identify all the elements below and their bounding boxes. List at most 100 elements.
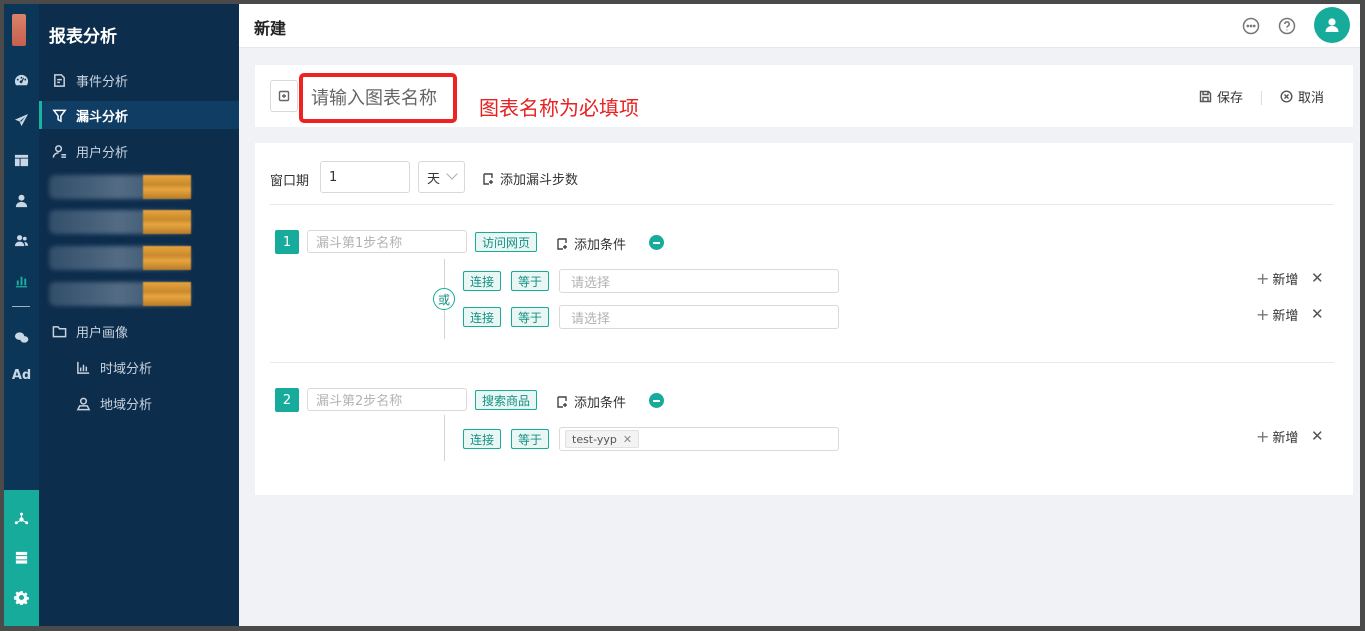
chart-type-button[interactable] (270, 80, 298, 112)
divider (270, 204, 1334, 205)
sidebar-title: 报表分析 (49, 27, 117, 47)
step-2-event-tag[interactable]: 搜索商品 (475, 390, 538, 410)
plus-icon: + (1256, 268, 1270, 288)
add-new-label: 新增 (1272, 309, 1299, 324)
add-condition-label: 添加条件 (574, 396, 627, 411)
add-square-icon (483, 172, 493, 185)
required-annotation: 图表名称为必填项 (479, 96, 639, 120)
wechat-icon[interactable] (4, 326, 39, 348)
window-unit-select[interactable]: 天 (418, 161, 465, 193)
close-icon[interactable]: ✕ (1311, 427, 1324, 445)
sidebar-item-region-analysis[interactable]: 地域分析 (39, 389, 239, 417)
redacted-item-badge (143, 282, 191, 306)
sidebar-item-event-analysis[interactable]: 事件分析 (39, 66, 239, 94)
dashboard-icon[interactable] (4, 69, 39, 91)
save-icon (1199, 90, 1212, 103)
user-icon[interactable] (4, 189, 39, 211)
redacted-item-badge (143, 246, 191, 270)
sidebar-item-funnel-analysis[interactable]: 漏斗分析 (39, 101, 239, 129)
plus-icon: + (1256, 304, 1270, 324)
chart-name-card: 图表名称为必填项 保存 取消 (255, 65, 1353, 127)
main-content: 新建 图表名称为必填项 保存 取消 (239, 4, 1360, 626)
help-icon[interactable] (1277, 16, 1297, 36)
ad-icon[interactable]: Ad (4, 368, 39, 383)
icon-rail: Ad (4, 4, 39, 626)
redacted-item-badge (143, 175, 191, 199)
add-new-condition-button[interactable]: + 新增 (1256, 427, 1298, 446)
page-title: 新建 (254, 19, 287, 38)
sidebar: 报表分析 事件分析 漏斗分析 用户分析 用户画像 时域分析 地域分析 (39, 4, 239, 626)
add-square-icon (557, 395, 567, 408)
window-unit-value: 天 (427, 171, 441, 187)
or-badge[interactable]: 或 (433, 288, 455, 310)
sidebar-item-label: 事件分析 (76, 74, 129, 90)
chevron-down-icon (446, 168, 458, 180)
save-button[interactable]: 保存 (1199, 87, 1243, 106)
add-new-label: 新增 (1272, 431, 1299, 446)
sidebar-item-label: 地域分析 (100, 397, 153, 413)
users-icon[interactable] (4, 229, 39, 251)
rail-bottom-group (4, 490, 39, 626)
add-funnel-step-button[interactable]: 添加漏斗步数 (483, 169, 578, 188)
send-icon[interactable] (4, 109, 39, 131)
rail-divider (12, 306, 30, 307)
gear-icon[interactable] (4, 586, 39, 608)
message-icon[interactable] (1241, 16, 1261, 36)
value-chip[interactable]: test-yyp ✕ (565, 430, 640, 448)
chart-type-icon (278, 90, 290, 102)
chip-close-icon[interactable]: ✕ (623, 433, 632, 446)
sidebar-item-label: 用户分析 (76, 145, 129, 161)
condition-operator-tag[interactable]: 等于 (511, 307, 550, 327)
condition-connector-tag[interactable]: 连接 (463, 307, 502, 327)
user-outline-icon (51, 143, 67, 159)
add-new-label: 新增 (1272, 273, 1299, 288)
sidebar-item-label: 漏斗分析 (76, 109, 129, 125)
funnel-icon (51, 107, 67, 123)
step-2-name-input[interactable]: 漏斗第2步名称 (307, 388, 467, 411)
condition-connector-line (444, 415, 445, 461)
add-square-icon (557, 237, 567, 250)
cancel-button[interactable]: 取消 (1280, 87, 1324, 106)
remove-step-2-icon[interactable] (649, 393, 664, 408)
add-new-condition-button[interactable]: + 新增 (1256, 305, 1298, 324)
condition-connector-tag[interactable]: 连接 (463, 429, 502, 449)
add-new-condition-button[interactable]: + 新增 (1256, 269, 1298, 288)
redacted-item-badge (143, 210, 191, 234)
chart-name-input[interactable] (299, 73, 457, 123)
sidebar-item-user-analysis[interactable]: 用户分析 (39, 137, 239, 165)
plus-icon: + (1256, 426, 1270, 446)
bar-chart-outline-icon (75, 359, 91, 375)
bar-chart-icon[interactable] (4, 269, 39, 291)
server-icon[interactable] (4, 546, 39, 568)
step-number-2: 2 (275, 388, 299, 412)
step-1-name-input[interactable]: 漏斗第1步名称 (307, 230, 467, 253)
condition-value-select[interactable]: 请选择 (559, 305, 839, 329)
condition-connector-tag[interactable]: 连接 (463, 271, 502, 291)
add-condition-label: 添加条件 (574, 238, 627, 253)
sidebar-item-label: 时域分析 (100, 361, 153, 377)
sidebar-item-user-portrait[interactable]: 用户画像 (39, 317, 239, 345)
location-user-icon (75, 395, 91, 411)
window-period-label: 窗口期 (270, 174, 310, 189)
condition-operator-tag[interactable]: 等于 (511, 271, 550, 291)
action-divider (1261, 91, 1262, 105)
step-2-add-condition-button[interactable]: 添加条件 (557, 392, 626, 411)
step-1-event-tag[interactable]: 访问网页 (475, 232, 538, 252)
sidebar-item-label: 用户画像 (76, 325, 129, 341)
remove-step-1-icon[interactable] (649, 235, 664, 250)
sidebar-item-time-analysis[interactable]: 时域分析 (39, 353, 239, 381)
top-bar: 新建 (239, 4, 1360, 48)
app-frame: Ad 报表分析 事件分析 漏斗分析 用户分析 用户画像 时域分析 地域分析 新建… (4, 4, 1360, 626)
condition-value-select[interactable]: 请选择 (559, 269, 839, 293)
close-icon[interactable]: ✕ (1311, 269, 1324, 287)
close-icon[interactable]: ✕ (1311, 305, 1324, 323)
window-period-input[interactable]: 1 (320, 161, 410, 193)
network-icon[interactable] (4, 508, 39, 530)
app-logo (12, 14, 26, 46)
cancel-icon (1280, 90, 1293, 103)
avatar[interactable] (1314, 7, 1350, 43)
layout-icon[interactable] (4, 149, 39, 171)
condition-operator-tag[interactable]: 等于 (511, 429, 550, 449)
step-1-add-condition-button[interactable]: 添加条件 (557, 234, 626, 253)
cancel-label: 取消 (1298, 91, 1325, 106)
